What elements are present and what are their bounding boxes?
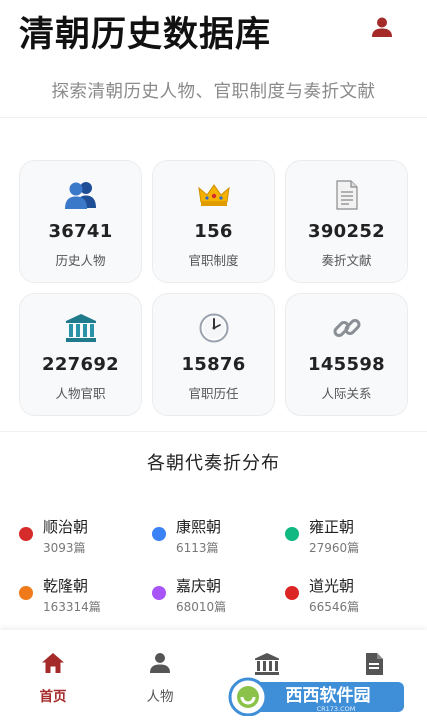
stat-value: 145598 xyxy=(308,354,385,375)
dynasty-item[interactable]: 道光朝 66546篇 xyxy=(285,575,415,619)
distribution-title: 各朝代奏折分布 xyxy=(147,453,280,474)
dynasty-count: 3093篇 xyxy=(43,541,86,555)
stat-label: 历史人物 xyxy=(55,253,106,268)
dynasty-count: 163314篇 xyxy=(43,600,101,614)
dynasty-count: 6113篇 xyxy=(176,541,219,555)
stat-card-offices[interactable]: 156 官职制度 xyxy=(152,160,275,283)
stat-value: 15876 xyxy=(181,354,246,375)
stat-card-person-offices[interactable]: 227692 人物官职 xyxy=(19,293,142,416)
nav-label: 人物 xyxy=(146,689,174,705)
dynasty-name: 康熙朝 xyxy=(176,518,222,536)
stat-value: 227692 xyxy=(42,354,119,375)
dynasty-name: 顺治朝 xyxy=(43,518,89,536)
app-header: 清朝历史数据库 探索清朝历史人物、官职制度与奏折文献 xyxy=(0,0,427,118)
user-icon[interactable] xyxy=(371,16,393,38)
home-icon xyxy=(0,652,106,676)
stat-label: 官职制度 xyxy=(188,253,239,268)
color-dot xyxy=(285,586,299,600)
dynasty-item[interactable]: 嘉庆朝 68010篇 xyxy=(152,575,282,619)
link-icon xyxy=(286,312,407,344)
color-dot xyxy=(152,586,166,600)
dynasty-item[interactable]: 康熙朝 6113篇 xyxy=(152,516,282,560)
crown-icon xyxy=(153,179,274,211)
stat-card-people[interactable]: 36741 历史人物 xyxy=(19,160,142,283)
section-divider xyxy=(0,431,427,432)
stat-card-tenures[interactable]: 15876 官职历任 xyxy=(152,293,275,416)
stat-value: 36741 xyxy=(48,221,113,242)
color-dot xyxy=(19,527,33,541)
dynasty-item[interactable]: 乾隆朝 163314篇 xyxy=(19,575,149,619)
color-dot xyxy=(152,527,166,541)
nav-people[interactable]: 人物 xyxy=(107,630,213,725)
dynasty-count: 27960篇 xyxy=(309,541,360,555)
app-title: 清朝历史数据库 xyxy=(19,15,272,55)
clock-icon xyxy=(153,312,274,344)
building-icon xyxy=(20,312,141,344)
color-dot xyxy=(19,586,33,600)
nav-home[interactable]: 首页 xyxy=(0,630,106,725)
dynasty-count: 68010篇 xyxy=(176,600,227,614)
people-icon xyxy=(20,179,141,211)
stat-card-memorials[interactable]: 390252 奏折文献 xyxy=(285,160,408,283)
watermark-subtext: CR173.COM xyxy=(317,705,356,713)
stat-label: 人际关系 xyxy=(321,386,372,401)
watermark-logo: 西西软件园 CR173.COM xyxy=(228,676,406,717)
page-subtitle: 探索清朝历史人物、官职制度与奏折文献 xyxy=(51,82,376,102)
nav-label: 首页 xyxy=(39,689,67,705)
stat-label: 奏折文献 xyxy=(321,253,372,268)
stat-value: 156 xyxy=(194,221,233,242)
dynasty-name: 嘉庆朝 xyxy=(176,577,222,595)
dynasty-name: 雍正朝 xyxy=(309,518,355,536)
stat-value: 390252 xyxy=(308,221,385,242)
watermark-text: 西西软件园 xyxy=(286,685,371,706)
stat-label: 人物官职 xyxy=(55,386,106,401)
file-icon xyxy=(321,652,427,676)
institution-icon xyxy=(214,652,320,676)
person-icon xyxy=(107,652,213,676)
dynasty-name: 乾隆朝 xyxy=(43,577,89,595)
dynasty-item[interactable]: 顺治朝 3093篇 xyxy=(19,516,149,560)
stat-label: 官职历任 xyxy=(188,386,239,401)
dynasty-name: 道光朝 xyxy=(309,577,355,595)
stat-card-relations[interactable]: 145598 人际关系 xyxy=(285,293,408,416)
document-icon xyxy=(286,179,407,211)
dynasty-item[interactable]: 雍正朝 27960篇 xyxy=(285,516,415,560)
dynasty-count: 66546篇 xyxy=(309,600,360,614)
color-dot xyxy=(285,527,299,541)
